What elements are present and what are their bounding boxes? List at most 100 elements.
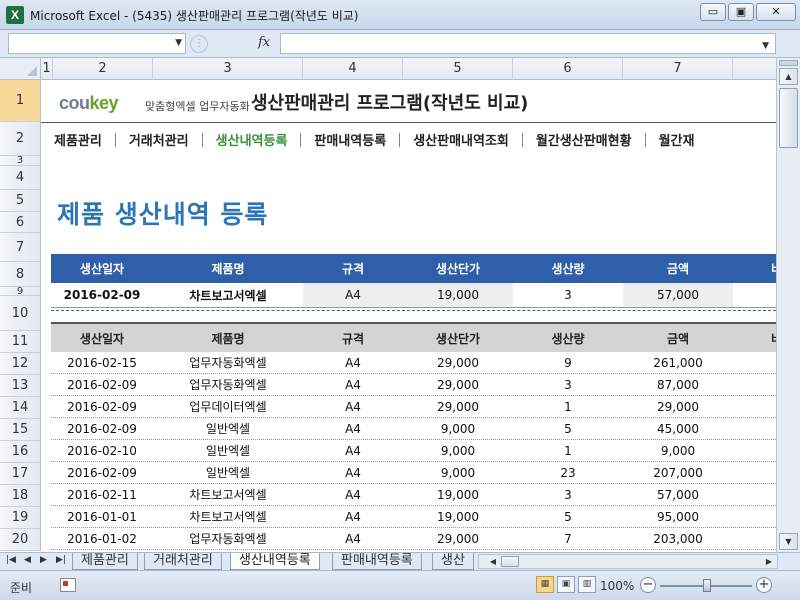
list-product-cell[interactable]: 차트보고서엑셀 <box>153 506 303 527</box>
sheet-tab-products[interactable]: 제품관리 <box>72 553 138 570</box>
list-date-cell[interactable]: 2016-02-15 <box>51 352 153 373</box>
scroll-right-icon[interactable]: ▶ <box>763 556 775 567</box>
row-header[interactable]: 13 <box>0 375 41 397</box>
scroll-down-icon[interactable]: ▼ <box>779 533 798 550</box>
list-unit-price-cell[interactable]: 9,000 <box>403 440 513 461</box>
zoom-out-icon[interactable]: − <box>640 577 656 593</box>
row-header[interactable]: 14 <box>0 397 41 419</box>
list-quantity-cell[interactable]: 7 <box>513 528 623 549</box>
input-note-cell[interactable] <box>733 283 776 307</box>
page-layout-view-icon[interactable]: ▣ <box>557 576 575 593</box>
list-product-cell[interactable]: 일반엑셀 <box>153 462 303 483</box>
split-handle[interactable] <box>779 60 798 66</box>
row-header[interactable]: 2 <box>0 122 41 156</box>
row-header[interactable]: 11 <box>0 331 41 353</box>
row-header[interactable]: 7 <box>0 233 41 262</box>
row-header[interactable]: 16 <box>0 441 41 463</box>
table-row[interactable]: 2016-01-01 차트보고서엑셀 A4 19,000 5 95,000 <box>51 506 776 528</box>
first-sheet-icon[interactable]: |◀ <box>6 555 16 565</box>
chevron-down-icon[interactable]: ▼ <box>175 38 182 48</box>
list-date-cell[interactable]: 2016-02-10 <box>51 440 153 461</box>
list-unit-price-cell[interactable]: 29,000 <box>403 352 513 373</box>
worksheet-grid[interactable]: 1 2 3 4 5 6 7 1 2 3 4 5 6 7 8 9 10 11 12… <box>0 58 776 552</box>
list-product-cell[interactable]: 일반엑셀 <box>153 440 303 461</box>
scroll-left-icon[interactable]: ◀ <box>487 556 499 567</box>
list-quantity-cell[interactable]: 1 <box>513 440 623 461</box>
zoom-in-icon[interactable]: + <box>756 577 772 593</box>
row-header[interactable]: 20 <box>0 529 41 551</box>
name-box[interactable]: ▼ <box>8 33 186 54</box>
horizontal-scroll-thumb[interactable] <box>501 556 519 567</box>
row-header[interactable]: 10 <box>0 296 41 331</box>
list-spec-cell[interactable]: A4 <box>303 528 403 549</box>
table-row[interactable]: 2016-02-09 일반엑셀 A4 9,000 5 45,000 <box>51 418 776 440</box>
sheet-tab-more[interactable]: 생산 <box>432 553 474 570</box>
list-quantity-cell[interactable]: 3 <box>513 484 623 505</box>
list-amount-cell[interactable]: 45,000 <box>623 418 733 439</box>
list-date-cell[interactable]: 2016-02-09 <box>51 374 153 395</box>
table-row[interactable]: 2016-02-10 일반엑셀 A4 9,000 1 9,000 <box>51 440 776 462</box>
list-unit-price-cell[interactable]: 29,000 <box>403 374 513 395</box>
list-product-cell[interactable]: 업무자동화엑셀 <box>153 528 303 549</box>
zoom-slider-thumb[interactable] <box>703 579 711 592</box>
excel-app-icon[interactable]: X <box>6 6 24 24</box>
input-date-cell[interactable]: 2016-02-09 <box>51 283 153 307</box>
menu-item-production-entry[interactable]: 생산내역등록 <box>203 130 301 149</box>
row-header[interactable]: 6 <box>0 212 41 233</box>
list-product-cell[interactable]: 차트보고서엑셀 <box>153 484 303 505</box>
list-unit-price-cell[interactable]: 19,000 <box>403 484 513 505</box>
vertical-scrollbar[interactable]: ▲ ▼ <box>776 58 800 552</box>
column-header[interactable] <box>733 58 776 80</box>
row-header[interactable]: 9 <box>0 286 41 297</box>
row-header[interactable]: 8 <box>0 262 41 287</box>
list-date-cell[interactable]: 2016-01-01 <box>51 506 153 527</box>
row-header[interactable]: 12 <box>0 353 41 375</box>
row-header[interactable]: 17 <box>0 463 41 485</box>
table-row[interactable]: 2016-02-09 업무데이터엑셀 A4 29,000 1 29,000 <box>51 396 776 418</box>
menu-item-sales-entry[interactable]: 판매내역등록 <box>301 130 399 149</box>
list-unit-price-cell[interactable]: 9,000 <box>403 462 513 483</box>
select-all-corner[interactable] <box>0 58 41 80</box>
list-unit-price-cell[interactable]: 9,000 <box>403 418 513 439</box>
row-header[interactable]: 15 <box>0 419 41 441</box>
list-date-cell[interactable]: 2016-02-09 <box>51 462 153 483</box>
list-quantity-cell[interactable]: 3 <box>513 374 623 395</box>
menu-item-history-lookup[interactable]: 생산판매내역조회 <box>400 130 522 149</box>
macro-record-icon[interactable] <box>60 578 76 592</box>
horizontal-scrollbar[interactable]: ◀ ▶ <box>478 554 778 569</box>
table-row[interactable]: 2016-02-15 업무자동화엑셀 A4 29,000 9 261,000 <box>51 352 776 374</box>
row-header[interactable]: 1 <box>0 80 41 122</box>
list-date-cell[interactable]: 2016-02-09 <box>51 396 153 417</box>
column-header[interactable]: 7 <box>623 58 733 80</box>
row-header[interactable]: 19 <box>0 507 41 529</box>
table-row[interactable]: 2016-02-09 일반엑셀 A4 9,000 23 207,000 <box>51 462 776 484</box>
menu-item-clients[interactable]: 거래처관리 <box>116 130 202 149</box>
page-break-view-icon[interactable]: ▥ <box>578 576 596 593</box>
list-unit-price-cell[interactable]: 19,000 <box>403 506 513 527</box>
list-unit-price-cell[interactable]: 29,000 <box>403 396 513 417</box>
restore-button[interactable]: ▣ <box>728 3 754 21</box>
sheet-tab-sales-entry[interactable]: 판매내역등록 <box>332 553 422 570</box>
vertical-scroll-thumb[interactable] <box>779 88 798 148</box>
normal-view-icon[interactable]: ▦ <box>536 576 554 593</box>
sheet-tab-production-entry[interactable]: 생산내역등록 <box>230 553 320 570</box>
last-sheet-icon[interactable]: ▶| <box>56 555 66 565</box>
list-amount-cell[interactable]: 207,000 <box>623 462 733 483</box>
list-amount-cell[interactable]: 57,000 <box>623 484 733 505</box>
list-quantity-cell[interactable]: 1 <box>513 396 623 417</box>
minimize-button[interactable]: ▭ <box>700 3 726 21</box>
list-product-cell[interactable]: 업무자동화엑셀 <box>153 352 303 373</box>
table-row[interactable]: 2016-02-11 차트보고서엑셀 A4 19,000 3 57,000 <box>51 484 776 506</box>
list-spec-cell[interactable]: A4 <box>303 352 403 373</box>
list-spec-cell[interactable]: A4 <box>303 418 403 439</box>
menu-item-products[interactable]: 제품관리 <box>41 130 115 149</box>
list-amount-cell[interactable]: 29,000 <box>623 396 733 417</box>
list-quantity-cell[interactable]: 23 <box>513 462 623 483</box>
menu-item-monthly-status[interactable]: 월간생산판매현황 <box>523 130 645 149</box>
list-spec-cell[interactable]: A4 <box>303 462 403 483</box>
next-sheet-icon[interactable]: ▶ <box>40 555 47 565</box>
list-product-cell[interactable]: 일반엑셀 <box>153 418 303 439</box>
row-header[interactable]: 4 <box>0 166 41 190</box>
list-spec-cell[interactable]: A4 <box>303 440 403 461</box>
list-amount-cell[interactable]: 87,000 <box>623 374 733 395</box>
